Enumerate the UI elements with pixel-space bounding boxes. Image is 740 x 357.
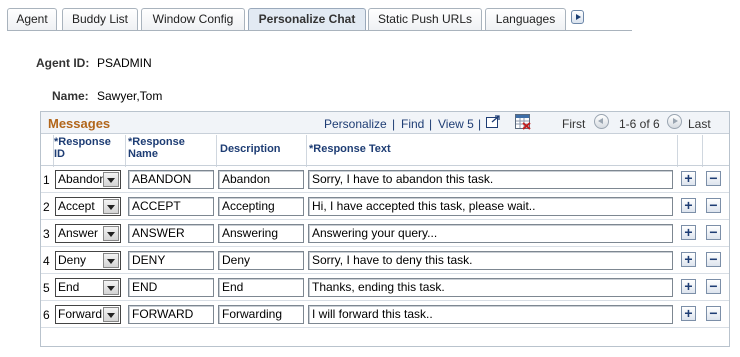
column-divider	[216, 135, 217, 167]
column-divider	[53, 135, 54, 167]
row-range: 1-6 of 6	[619, 117, 660, 131]
response-id-value: Accept	[58, 199, 95, 213]
col-header-response-name[interactable]: *Response Name	[128, 136, 208, 160]
find-link[interactable]: Find	[401, 117, 424, 131]
response-id-value: End	[58, 280, 80, 294]
table-row: 5 End END End Thanks, ending this task. …	[41, 274, 729, 301]
response-name-field[interactable]: END	[128, 278, 214, 297]
download-spreadsheet-icon[interactable]	[515, 114, 531, 130]
row-number: 2	[43, 200, 50, 214]
col-header-description[interactable]: Description	[220, 143, 281, 155]
tab-scroll-right-icon[interactable]	[571, 10, 584, 24]
response-name-field[interactable]: FORWARD	[128, 305, 214, 324]
description-field[interactable]: Accepting	[218, 197, 304, 216]
response-id-select[interactable]: End	[55, 278, 121, 297]
response-id-select[interactable]: Accept	[55, 197, 121, 216]
add-row-button[interactable]: +	[681, 171, 696, 186]
row-number: 4	[43, 254, 50, 268]
row-number: 3	[43, 227, 50, 241]
agent-name-value: Sawyer,Tom	[97, 89, 163, 103]
response-id-value: Abandon	[58, 172, 104, 186]
response-id-value: Answer	[58, 226, 99, 240]
tab-window-config[interactable]: Window Config	[141, 8, 245, 31]
tab-static-push-urls[interactable]: Static Push URLs	[368, 8, 482, 31]
col-header-response-text[interactable]: *Response Text	[309, 143, 391, 155]
response-id-select[interactable]: Deny	[55, 251, 121, 270]
messages-grid: Messages Personalize | Find | View 5 | F…	[40, 111, 730, 347]
chevron-down-icon[interactable]	[103, 253, 119, 268]
add-row-button[interactable]: +	[681, 306, 696, 321]
row-number: 6	[43, 308, 50, 322]
delete-row-button[interactable]: −	[706, 198, 721, 213]
delete-row-button[interactable]: −	[706, 306, 721, 321]
add-row-button[interactable]: +	[681, 279, 696, 294]
agent-name-label: Name:	[52, 89, 89, 103]
description-field[interactable]: Abandon	[218, 170, 304, 189]
response-text-field[interactable]: Sorry, I have to abandon this task.	[308, 170, 673, 189]
nav-separator: |	[478, 117, 482, 131]
response-name-field[interactable]: DENY	[128, 251, 214, 270]
table-row: 1 Abandon ABANDON Abandon Sorry, I have …	[41, 166, 729, 193]
row-number: 5	[43, 281, 50, 295]
response-id-value: Forward	[58, 307, 103, 321]
column-divider	[125, 135, 126, 167]
zoom-grid-icon[interactable]	[486, 115, 501, 128]
nav-separator: |	[429, 117, 433, 131]
response-text-field[interactable]: Hi, I have accepted this task, please wa…	[308, 197, 673, 216]
column-divider	[677, 135, 678, 167]
delete-row-button[interactable]: −	[706, 252, 721, 267]
tab-languages[interactable]: Languages	[485, 8, 566, 31]
response-text-field[interactable]: I will forward this task..	[308, 305, 673, 324]
response-name-field[interactable]: ACCEPT	[128, 197, 214, 216]
table-row: 2 Accept ACCEPT Accepting Hi, I have acc…	[41, 193, 729, 220]
first-label: First	[562, 117, 586, 131]
nav-separator: |	[392, 117, 396, 131]
agent-id-value: PSADMIN	[97, 56, 152, 70]
last-label: Last	[688, 117, 711, 131]
chevron-down-icon[interactable]	[103, 199, 119, 214]
description-field[interactable]: Deny	[218, 251, 304, 270]
response-text-field[interactable]: Answering your query...	[308, 224, 673, 243]
response-text-field[interactable]: Thanks, ending this task.	[308, 278, 673, 297]
response-text-field[interactable]: Sorry, I have to deny this task.	[308, 251, 673, 270]
tab-agent[interactable]: Agent	[7, 8, 57, 31]
next-row-icon[interactable]	[667, 114, 682, 129]
chevron-down-icon[interactable]	[103, 307, 119, 322]
response-id-value: Deny	[58, 253, 87, 267]
response-name-field[interactable]: ANSWER	[128, 224, 214, 243]
chevron-down-icon[interactable]	[103, 226, 119, 241]
table-row: 3 Answer ANSWER Answering Answering your…	[41, 220, 729, 247]
column-divider	[702, 135, 703, 167]
description-field[interactable]: Answering	[218, 224, 304, 243]
response-name-field[interactable]: ABANDON	[128, 170, 214, 189]
agent-id-label: Agent ID:	[36, 56, 90, 70]
delete-row-button[interactable]: −	[706, 279, 721, 294]
personalize-link[interactable]: Personalize	[324, 117, 387, 131]
response-id-select[interactable]: Forward	[55, 305, 121, 324]
delete-row-button[interactable]: −	[706, 171, 721, 186]
tab-personalize-chat[interactable]: Personalize Chat	[248, 8, 366, 31]
table-row: 4 Deny DENY Deny Sorry, I have to deny t…	[41, 247, 729, 274]
grid-title: Messages	[48, 116, 111, 131]
grid-header: Messages Personalize | Find | View 5 | F…	[41, 112, 729, 134]
previous-row-icon[interactable]	[594, 114, 609, 129]
add-row-button[interactable]: +	[681, 252, 696, 267]
description-field[interactable]: Forwarding	[218, 305, 304, 324]
chevron-down-icon[interactable]	[103, 172, 119, 187]
response-id-select[interactable]: Abandon	[55, 170, 121, 189]
delete-row-button[interactable]: −	[706, 225, 721, 240]
tab-underline	[7, 30, 632, 31]
tab-buddy-list[interactable]: Buddy List	[62, 8, 138, 31]
col-header-response-id[interactable]: *Response ID	[54, 136, 116, 160]
table-row: 6 Forward FORWARD Forwarding I will forw…	[41, 301, 729, 328]
response-id-select[interactable]: Answer	[55, 224, 121, 243]
add-row-button[interactable]: +	[681, 198, 696, 213]
description-field[interactable]: End	[218, 278, 304, 297]
chevron-down-icon[interactable]	[103, 280, 119, 295]
row-number: 1	[43, 173, 50, 187]
view-all-link[interactable]: View 5	[438, 117, 474, 131]
add-row-button[interactable]: +	[681, 225, 696, 240]
column-divider	[306, 135, 307, 167]
